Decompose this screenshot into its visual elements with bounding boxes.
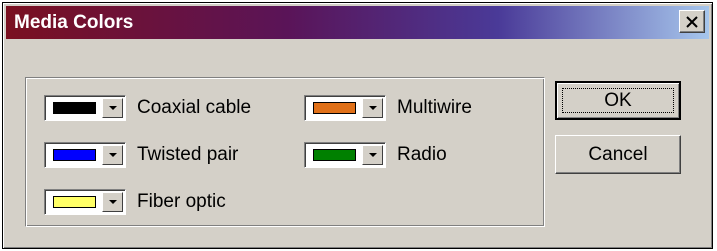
chevron-down-icon	[108, 200, 117, 204]
color-picker-twisted-pair[interactable]	[44, 142, 126, 168]
media-item-multiwire: Multiwire	[304, 94, 472, 122]
media-item-twisted-pair: Twisted pair	[44, 141, 238, 169]
media-label: Radio	[397, 144, 447, 165]
title-bar[interactable]: Media Colors	[6, 6, 709, 39]
media-label: Fiber optic	[137, 191, 226, 212]
cancel-label: Cancel	[588, 143, 648, 165]
color-picker-coaxial-cable[interactable]	[44, 95, 126, 121]
color-swatch	[53, 196, 96, 208]
media-item-coaxial-cable: Coaxial cable	[44, 94, 251, 122]
chevron-down-icon	[108, 153, 117, 157]
media-label: Twisted pair	[137, 144, 239, 165]
color-swatch	[53, 102, 96, 114]
media-label: Multiwire	[397, 97, 472, 118]
chevron-down-icon	[368, 153, 377, 157]
media-label: Coaxial cable	[137, 97, 252, 118]
ok-button[interactable]: OK	[555, 81, 681, 120]
color-swatch	[313, 149, 356, 161]
dropdown-button[interactable]	[102, 98, 123, 118]
media-item-fiber-optic: Fiber optic	[44, 188, 226, 216]
dropdown-button[interactable]	[362, 145, 383, 165]
color-picker-radio[interactable]	[304, 142, 386, 168]
color-picker-multiwire[interactable]	[304, 95, 386, 121]
color-swatch	[313, 102, 356, 114]
media-item-radio: Radio	[304, 141, 447, 169]
color-picker-fiber-optic[interactable]	[44, 189, 126, 215]
close-icon	[686, 15, 698, 28]
color-swatch	[53, 149, 96, 161]
close-button[interactable]	[679, 10, 705, 33]
dropdown-button[interactable]	[102, 192, 123, 212]
chevron-down-icon	[108, 106, 117, 110]
media-colors-dialog: Media Colors Coaxial cable Twisted pair	[2, 2, 713, 249]
dropdown-button[interactable]	[102, 145, 123, 165]
cancel-button[interactable]: Cancel	[555, 135, 681, 174]
focus-rect	[562, 88, 674, 113]
dialog-title: Media Colors	[14, 12, 134, 33]
chevron-down-icon	[368, 106, 377, 110]
media-color-group: Coaxial cable Twisted pair Fiber optic M…	[25, 77, 545, 227]
dropdown-button[interactable]	[362, 98, 383, 118]
